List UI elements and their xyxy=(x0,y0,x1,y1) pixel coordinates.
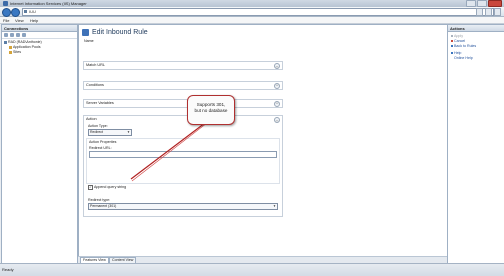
cancel-icon xyxy=(451,40,453,43)
action-apply[interactable]: Apply xyxy=(451,34,463,38)
callout-pointer xyxy=(130,122,208,182)
action-cancel[interactable]: Cancel xyxy=(451,39,465,43)
back-icon xyxy=(451,45,453,48)
callout-annotation: Supports 301, but no database xyxy=(187,95,235,125)
callout-line-1: Supports 301, xyxy=(196,102,226,107)
view-tabs: Features View Content View xyxy=(78,256,447,264)
apply-icon xyxy=(451,35,453,38)
action-back-to-rules[interactable]: Back to Rules xyxy=(451,44,476,48)
callout-line-2: but no database xyxy=(194,108,228,113)
actions-panel: Actions Apply Cancel Back to Rules Help … xyxy=(447,24,504,265)
action-online-help[interactable]: Online Help xyxy=(451,56,473,60)
action-help[interactable]: Help xyxy=(451,51,461,55)
actions-header: Actions xyxy=(448,25,504,32)
status-bar: Ready xyxy=(0,263,504,276)
status-text: Ready xyxy=(2,267,14,272)
help-icon xyxy=(451,52,453,55)
